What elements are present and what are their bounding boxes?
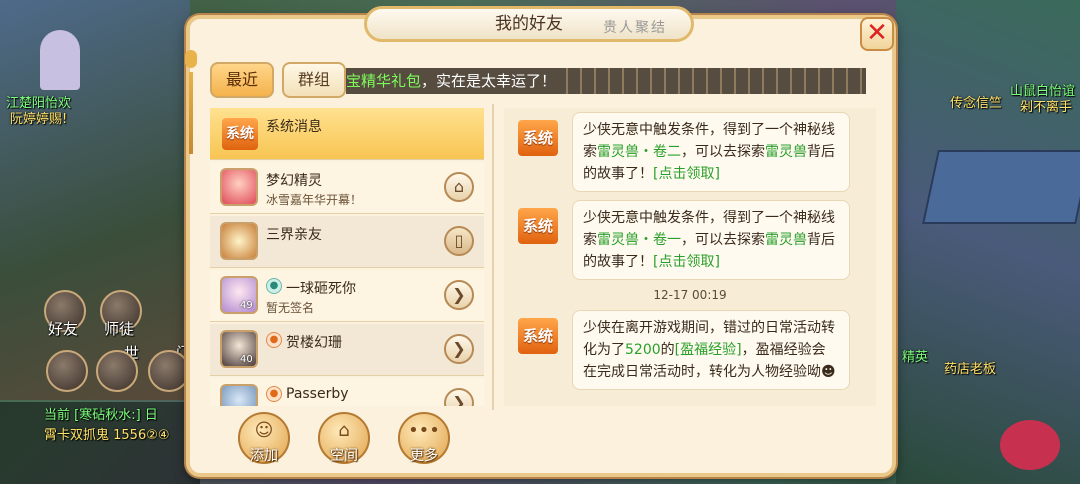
microphone-icon[interactable] [96, 350, 138, 392]
npc-title: 剁不离手 [1020, 100, 1073, 115]
contact-item[interactable]: ● Passerby ❯ [210, 378, 484, 406]
marquee-text: ，实在是太幸运了！ [421, 72, 557, 90]
school-icon: ● [266, 332, 282, 348]
level-badge: 40 [240, 354, 253, 365]
contact-status: 暂无签名 [266, 301, 315, 315]
chat-line: 霄卡双抓鬼 1556②④ [44, 428, 170, 443]
arrow-right-icon[interactable]: ❯ [444, 334, 474, 364]
message-bubble: 少侠无意中触发条件，得到了一个神秘线索雷灵兽・卷一，可以去探索雷灵兽背后的故事了… [572, 200, 850, 280]
message-area[interactable]: 系统 少侠无意中触发条件，得到了一个神秘线索雷灵兽・卷二，可以去探索雷灵兽背后的… [504, 108, 876, 406]
level-badge: 49 [240, 300, 253, 311]
contact-list[interactable]: 系统 系统消息 梦幻精灵 冰雪嘉年华开幕！ ⌂ 三界亲友 ▯ 49 ● 一球砸死… [210, 108, 484, 406]
system-badge-icon: 系统 [518, 208, 558, 244]
gender-icon: ● [266, 278, 282, 294]
emoji-icon: ☻ [821, 364, 836, 380]
contact-name: 三界亲友 [266, 227, 322, 243]
tassel-decoration [184, 50, 198, 160]
claim-link[interactable]: [点击领取] [653, 166, 720, 182]
more-dots-icon: ••• [408, 420, 440, 441]
chat-line: 当前 [寒砧秋水:] 日 [44, 408, 158, 423]
message-highlight: 雷灵兽・卷一 [597, 232, 681, 248]
claim-link[interactable]: [点击领取] [653, 254, 720, 270]
system-badge-icon: 系统 [222, 118, 258, 150]
contact-item[interactable]: 梦幻精灵 冰雪嘉年华开幕！ ⌂ [210, 162, 484, 214]
tent-roof [922, 150, 1080, 224]
add-person-icon: ☺ [254, 420, 274, 441]
friends-button-label[interactable]: 好友 [48, 318, 78, 339]
npc-name: 精英 [902, 350, 929, 365]
contact-name: 梦幻精灵 [266, 173, 322, 189]
panel-title: 我的好友 贵人聚结 [364, 6, 694, 42]
close-icon: ✕ [866, 18, 888, 48]
marquee-pattern [566, 68, 866, 94]
character-figure [1000, 420, 1060, 470]
message-text: 的 [660, 342, 675, 358]
system-badge-icon: 系统 [518, 318, 558, 354]
home-icon[interactable]: ⌂ [444, 172, 474, 202]
space-label[interactable]: 空间 [314, 445, 374, 465]
contact-item[interactable]: 49 ● 一球砸死你 暂无签名 ❯ [210, 270, 484, 322]
contact-name: Passerby [286, 386, 349, 402]
message-text: ，可以去探索 [681, 144, 765, 160]
book-icon[interactable]: ▯ [444, 226, 474, 256]
message-highlight: 5200 [625, 342, 661, 358]
message-highlight: 雷灵兽 [765, 144, 807, 160]
message-bubble: 少侠无意中触发条件，得到了一个神秘线索雷灵兽・卷二，可以去探索雷灵兽背后的故事了… [572, 112, 850, 192]
npc-name: 药店老板 [944, 362, 997, 377]
avatar [220, 168, 258, 206]
tab-recent[interactable]: 最近 [210, 62, 274, 98]
contact-name: 一球砸死你 [286, 281, 356, 297]
add-friend-label[interactable]: 添加 [234, 445, 294, 465]
scene-left [0, 0, 190, 400]
mentor-button-label[interactable]: 师徒 [104, 318, 134, 339]
title-decoration: 贵人聚结 [603, 20, 667, 36]
npc-name: 传念信竺 [950, 96, 1003, 111]
message-text: ，可以去探索 [681, 232, 765, 248]
scene-right [896, 0, 1080, 484]
message-highlight: 雷灵兽・卷二 [597, 144, 681, 160]
message-bubble: 少侠在离开游戏期间，错过的日常活动转化为了5200的[盈福经验]，盈福经验会在完… [572, 310, 850, 390]
contact-status: 冰雪嘉年华开幕！ [266, 193, 363, 207]
message-timestamp: 12-17 00:19 [653, 288, 727, 302]
character-figure [40, 30, 80, 90]
system-badge-icon: 系统 [518, 120, 558, 156]
chat-panel[interactable]: 当前 [寒砧秋水:] 日 霄卡双抓鬼 1556②④ [0, 402, 200, 484]
close-button[interactable]: ✕ [860, 17, 894, 51]
microphone-icon[interactable] [148, 350, 190, 392]
contact-name: 贺楼幻珊 [286, 335, 342, 351]
npc-title: 阮婷婷赐! [10, 112, 68, 127]
contact-item-system[interactable]: 系统 系统消息 [210, 108, 484, 160]
column-divider [492, 104, 494, 410]
marquee-highlight: 宝精华礼包 [346, 72, 422, 90]
house-icon: ⌂ [338, 420, 350, 441]
avatar [220, 384, 258, 406]
school-icon: ● [266, 386, 282, 402]
more-label[interactable]: 更多 [394, 445, 454, 465]
contact-item[interactable]: 40 ● 贺楼幻珊 ❯ [210, 324, 484, 376]
arrow-right-icon[interactable]: ❯ [444, 388, 474, 406]
tab-groups[interactable]: 群组 [282, 62, 346, 98]
message-highlight: [盈福经验] [674, 342, 742, 358]
panel-title-text: 我的好友 [495, 14, 563, 34]
chat-bubble-icon[interactable] [46, 350, 88, 392]
broadcast-marquee: 宝精华礼包，实在是太幸运了！ [346, 68, 866, 94]
avatar [220, 222, 258, 260]
contact-name: 系统消息 [266, 119, 322, 135]
contact-item[interactable]: 三界亲友 ▯ [210, 216, 484, 268]
arrow-right-icon[interactable]: ❯ [444, 280, 474, 310]
message-highlight: 雷灵兽 [765, 232, 807, 248]
